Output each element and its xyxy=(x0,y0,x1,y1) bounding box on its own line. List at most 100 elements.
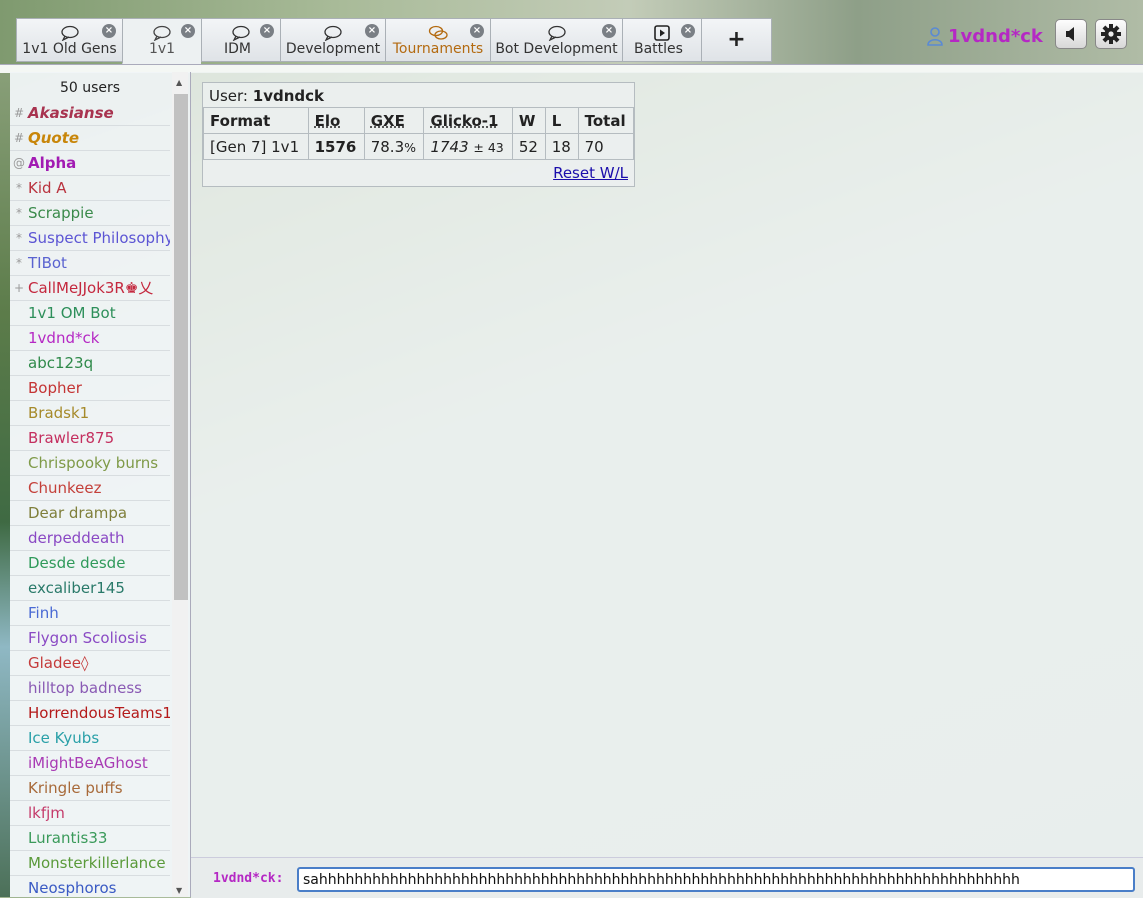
glicko-value: 1743 xyxy=(430,137,469,156)
user-info[interactable]: 1vdnd*ck xyxy=(926,22,1043,50)
user-name[interactable]: Ice Kyubs xyxy=(28,726,99,750)
user-name[interactable]: Neosphoros xyxy=(28,876,116,897)
list-item[interactable]: Flygon Scoliosis xyxy=(10,626,170,651)
user-count[interactable]: 50 users xyxy=(10,80,170,96)
list-item[interactable]: abc123q xyxy=(10,351,170,376)
list-item[interactable]: 1v1 OM Bot xyxy=(10,301,170,326)
list-item[interactable]: # Akasianse xyxy=(10,101,170,126)
scroll-up-icon[interactable]: ▲ xyxy=(176,78,182,87)
list-item[interactable]: Bradsk1 xyxy=(10,401,170,426)
tab-battles[interactable]: × Battles xyxy=(622,18,701,62)
user-name[interactable]: Bopher xyxy=(28,376,82,400)
list-item[interactable]: Neosphoros xyxy=(10,876,170,897)
user-name[interactable]: Quote xyxy=(28,126,79,150)
user-name[interactable]: TIBot xyxy=(28,251,67,275)
tab-1v1[interactable]: × 1v1 xyxy=(122,18,201,64)
header-losses: L xyxy=(544,107,579,134)
list-item[interactable]: Chrispooky burns xyxy=(10,451,170,476)
user-name[interactable]: abc123q xyxy=(28,351,93,375)
user-stats-box: User: 1vdndck Format Elo GXE Glicko-1 W … xyxy=(202,82,635,187)
user-name[interactable]: Desde desde xyxy=(28,551,125,575)
user-name[interactable]: Chunkeez xyxy=(28,476,101,500)
user-name[interactable]: lkfjm xyxy=(28,801,65,825)
close-icon[interactable]: × xyxy=(681,24,695,38)
list-item[interactable]: * TIBot xyxy=(10,251,170,276)
tab-idm[interactable]: × IDM xyxy=(201,18,280,62)
user-name[interactable]: Kid A xyxy=(28,176,67,200)
user-name[interactable]: CallMeJJok3R♚乂 xyxy=(28,276,153,300)
sound-button[interactable] xyxy=(1055,19,1087,49)
close-icon[interactable]: × xyxy=(181,24,195,38)
list-item[interactable]: lkfjm xyxy=(10,801,170,826)
user-name[interactable]: Lurantis33 xyxy=(28,826,107,850)
user-name[interactable]: derpeddeath xyxy=(28,526,125,550)
list-item[interactable]: Desde desde xyxy=(10,551,170,576)
chat-bar: 1vdnd*ck: xyxy=(191,857,1143,898)
user-name[interactable]: hilltop badness xyxy=(28,676,142,700)
list-item[interactable]: Dear drampa xyxy=(10,501,170,526)
list-item[interactable]: hilltop badness xyxy=(10,676,170,701)
list-item[interactable]: Monsterkillerlance xyxy=(10,851,170,876)
close-icon[interactable]: × xyxy=(470,24,484,38)
close-icon[interactable]: × xyxy=(602,24,616,38)
chat-bubble-icon xyxy=(60,25,79,41)
userlist-scrollbar[interactable]: ▲ ▼ xyxy=(172,72,188,897)
user-name[interactable]: Suspect Philosophy xyxy=(28,226,170,250)
tab-bot-development[interactable]: × Bot Development xyxy=(490,18,622,62)
list-item[interactable]: excaliber145 xyxy=(10,576,170,601)
user-name[interactable]: HorrendousTeams1 xyxy=(28,701,170,725)
header-gxe-label: GXE xyxy=(370,111,405,130)
user-name[interactable]: Akasianse xyxy=(28,101,114,125)
list-item[interactable]: Gladee◊ xyxy=(10,651,170,676)
user-name[interactable]: Bradsk1 xyxy=(28,401,89,425)
stats-user-label: User: xyxy=(209,87,248,105)
user-name[interactable]: 1vdnd*ck xyxy=(28,326,99,350)
user-name[interactable]: iMightBeAGhost xyxy=(28,751,148,775)
scroll-down-icon[interactable]: ▼ xyxy=(176,886,182,895)
current-username[interactable]: 1vdnd*ck xyxy=(948,26,1043,47)
close-icon[interactable]: × xyxy=(260,24,274,38)
scroll-thumb[interactable] xyxy=(174,94,188,600)
user-name[interactable]: Dear drampa xyxy=(28,501,127,525)
close-icon[interactable]: × xyxy=(102,24,116,38)
user-name[interactable]: 1v1 OM Bot xyxy=(28,301,116,325)
list-item[interactable]: Bopher xyxy=(10,376,170,401)
list-item[interactable]: Kringle puffs xyxy=(10,776,170,801)
list-item[interactable]: * Scrappie xyxy=(10,201,170,226)
reset-wl-link[interactable]: Reset W/L xyxy=(553,164,628,182)
user-name[interactable]: Scrappie xyxy=(28,201,94,225)
tab-development[interactable]: × Development xyxy=(280,18,385,62)
user-name[interactable]: Flygon Scoliosis xyxy=(28,626,147,650)
tab-1v1-old-gens[interactable]: × 1v1 Old Gens xyxy=(16,18,122,62)
glicko-deviation: ± 43 xyxy=(473,139,504,155)
list-item[interactable]: HorrendousTeams1 xyxy=(10,701,170,726)
user-name[interactable]: Brawler875 xyxy=(28,426,114,450)
list-item[interactable]: Brawler875 xyxy=(10,426,170,451)
list-item[interactable]: # Quote xyxy=(10,126,170,151)
settings-button[interactable] xyxy=(1095,19,1127,49)
add-tab-button[interactable]: + xyxy=(701,18,772,62)
user-name[interactable]: Alpha xyxy=(28,151,76,175)
list-item[interactable]: Lurantis33 xyxy=(10,826,170,851)
list-item[interactable]: Ice Kyubs xyxy=(10,726,170,751)
list-item[interactable]: @ Alpha xyxy=(10,151,170,176)
list-item[interactable]: Chunkeez xyxy=(10,476,170,501)
list-item[interactable]: + CallMeJJok3R♚乂 xyxy=(10,276,170,301)
list-item[interactable]: Finh xyxy=(10,601,170,626)
user-name[interactable]: Gladee◊ xyxy=(28,651,88,675)
list-item[interactable]: iMightBeAGhost xyxy=(10,751,170,776)
tab-label: Bot Development xyxy=(495,41,618,57)
user-name[interactable]: excaliber145 xyxy=(28,576,125,600)
list-item[interactable]: derpeddeath xyxy=(10,526,170,551)
user-name[interactable]: Chrispooky burns xyxy=(28,451,158,475)
user-name[interactable]: Kringle puffs xyxy=(28,776,123,800)
chat-user-label[interactable]: 1vdnd*ck: xyxy=(213,871,283,886)
chat-input[interactable] xyxy=(297,867,1135,892)
list-item[interactable]: * Kid A xyxy=(10,176,170,201)
user-name[interactable]: Monsterkillerlance xyxy=(28,851,166,875)
list-item[interactable]: 1vdnd*ck xyxy=(10,326,170,351)
close-icon[interactable]: × xyxy=(365,24,379,38)
user-name[interactable]: Finh xyxy=(28,601,59,625)
list-item[interactable]: * Suspect Philosophy xyxy=(10,226,170,251)
tab-tournaments[interactable]: × Tournaments xyxy=(385,18,490,62)
